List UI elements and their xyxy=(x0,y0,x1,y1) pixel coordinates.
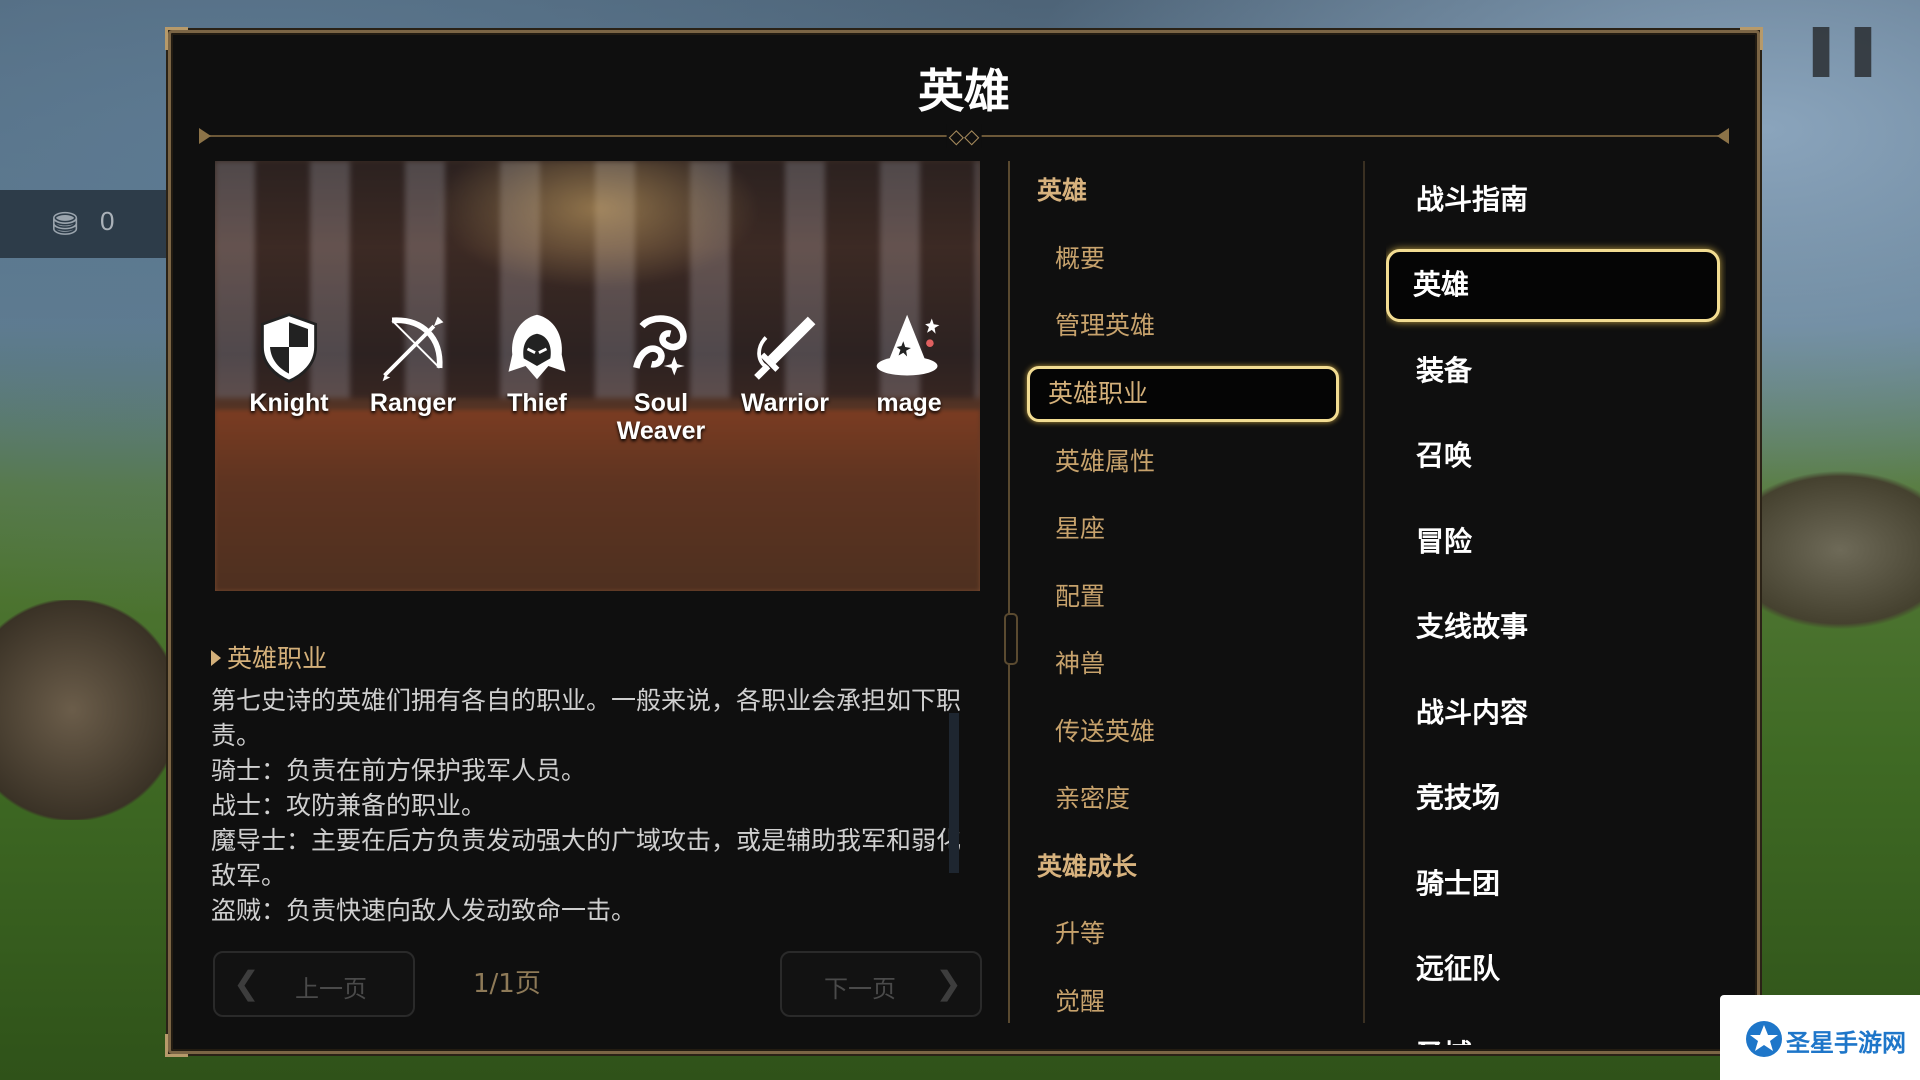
class-item-warrior: Warrior xyxy=(725,309,845,445)
class-item-thief: Thief xyxy=(477,309,597,445)
sub-item-divine-beast[interactable]: 神兽 xyxy=(1027,630,1339,698)
prev-page-label: 上一页 xyxy=(295,975,367,1003)
soul-weaver-icon xyxy=(633,315,687,376)
main-item-side-story[interactable]: 支线故事 xyxy=(1386,584,1726,670)
sub-item-constellation[interactable]: 星座 xyxy=(1027,495,1339,563)
triangle-bullet-icon xyxy=(211,650,221,666)
description-paragraph: 战士：攻防兼备的职业。 xyxy=(211,791,487,820)
main-item-adventure[interactable]: 冒险 xyxy=(1386,499,1726,585)
class-label: Soul Weaver xyxy=(616,389,706,445)
sub-item-hero-attributes[interactable]: 英雄属性 xyxy=(1027,428,1339,496)
main-item-expedition[interactable]: 远征队 xyxy=(1386,926,1726,1012)
pause-icon[interactable]: ❚❚ xyxy=(1800,20,1884,76)
description-paragraph: 盗贼：负责快速向敌人发动致命一击。 xyxy=(211,896,637,925)
shield-icon xyxy=(260,313,318,383)
panel-corner-ornament xyxy=(165,27,188,50)
panel-title: 英雄 xyxy=(918,64,1010,118)
class-label: Thief xyxy=(507,389,567,417)
description-paragraph: 第七史诗的英雄们拥有各自的职业。一般来说，各职业会承担如下职责。 xyxy=(211,686,962,750)
next-page-label: 下一页 xyxy=(824,975,896,1003)
background-rock xyxy=(0,600,180,820)
main-topic-list: 战斗指南 英雄 装备 召唤 冒险 支线故事 战斗内容 竞技场 骑士团 远征队 圣… xyxy=(1386,157,1726,1045)
main-item-equipment[interactable]: 装备 xyxy=(1386,328,1726,414)
sub-item-transfer-hero[interactable]: 传送英雄 xyxy=(1027,698,1339,766)
sub-item-affinity[interactable]: 亲密度 xyxy=(1027,765,1339,833)
prev-page-button[interactable]: ❮ 上一页 xyxy=(213,951,415,1017)
description-paragraph: 魔导士：主要在后方负责发动强大的广域攻击，或是辅助我军和弱化敌军。 xyxy=(211,826,962,890)
hood-icon xyxy=(508,314,566,380)
main-item-summon[interactable]: 召唤 xyxy=(1386,413,1726,499)
chest-count: 0 xyxy=(100,206,115,236)
column-divider xyxy=(1363,161,1365,1023)
sub-category-heroes[interactable]: 英雄 xyxy=(1027,157,1339,225)
main-item-sanctuary[interactable]: 圣域 xyxy=(1386,1012,1726,1046)
sub-item-overview[interactable]: 概要 xyxy=(1027,225,1339,293)
chevron-right-icon: ❯ xyxy=(935,964,962,1002)
class-label: Ranger xyxy=(369,389,457,417)
chevron-left-icon: ❮ xyxy=(233,964,260,1002)
section-title: 英雄职业 xyxy=(227,644,328,673)
main-item-arena[interactable]: 竞技场 xyxy=(1386,755,1726,841)
title-ornament-icon: ◇◇ xyxy=(946,124,982,148)
sub-category-hero-growth[interactable]: 英雄成长 xyxy=(1027,833,1339,901)
sub-topic-list: 英雄 概要 管理英雄 英雄职业 英雄属性 星座 配置 神兽 传送英雄 亲密度 英… xyxy=(1027,157,1339,1035)
description-paragraph: 骑士：负责在前方保护我军人员。 xyxy=(211,756,587,785)
class-label: Knight xyxy=(249,389,329,417)
main-item-battle-content[interactable]: 战斗内容 xyxy=(1386,670,1726,756)
class-item-soul-weaver: Soul Weaver xyxy=(601,309,721,445)
class-label: Warrior xyxy=(741,389,829,417)
sub-item-formation[interactable]: 配置 xyxy=(1027,563,1339,631)
watermark-text: 圣星手游网 xyxy=(1786,1029,1906,1057)
watermark: 圣星手游网 xyxy=(1720,995,1920,1080)
next-page-button[interactable]: 下一页 ❯ xyxy=(780,951,982,1017)
sub-item-hero-classes[interactable]: 英雄职业 xyxy=(1027,365,1339,422)
bow-icon xyxy=(382,316,444,382)
section-heading: 英雄职业 xyxy=(211,639,327,675)
description-scrollbar[interactable] xyxy=(949,713,959,873)
hero-class-row: Knight Ranger Thief Soul Weaver Warrior … xyxy=(229,309,969,445)
star-logo-icon xyxy=(1746,1021,1782,1057)
hero-classes-image: Knight Ranger Thief Soul Weaver Warrior … xyxy=(215,161,980,591)
class-item-ranger: Ranger xyxy=(353,309,473,445)
main-item-knights[interactable]: 骑士团 xyxy=(1386,841,1726,927)
column-divider xyxy=(1004,161,1018,1023)
main-item-battle-guide[interactable]: 战斗指南 xyxy=(1386,157,1726,243)
class-item-mage: mage xyxy=(849,309,969,445)
wizard-hat-icon xyxy=(876,314,940,376)
guide-panel: 英雄 ◇◇ Knight Ranger Thief Soul Weaver Wa… xyxy=(165,27,1763,1057)
treasure-chest-icon: ⛃ xyxy=(51,205,79,243)
sub-item-promotion[interactable]: 升等 xyxy=(1027,900,1339,968)
sub-item-awakening[interactable]: 觉醒 xyxy=(1027,968,1339,1036)
panel-corner-ornament xyxy=(1740,27,1763,50)
sub-item-manage-heroes[interactable]: 管理英雄 xyxy=(1027,292,1339,360)
page-indicator: 1/1页 xyxy=(473,969,541,999)
description-text[interactable]: 第七史诗的英雄们拥有各自的职业。一般来说，各职业会承担如下职责。 骑士：负责在前… xyxy=(211,683,971,945)
hud-chest-counter xyxy=(0,190,175,258)
main-item-heroes[interactable]: 英雄 xyxy=(1386,248,1720,322)
class-item-knight: Knight xyxy=(229,309,349,445)
panel-corner-ornament xyxy=(165,1034,188,1057)
class-label: mage xyxy=(876,389,942,417)
sword-icon xyxy=(754,316,816,380)
